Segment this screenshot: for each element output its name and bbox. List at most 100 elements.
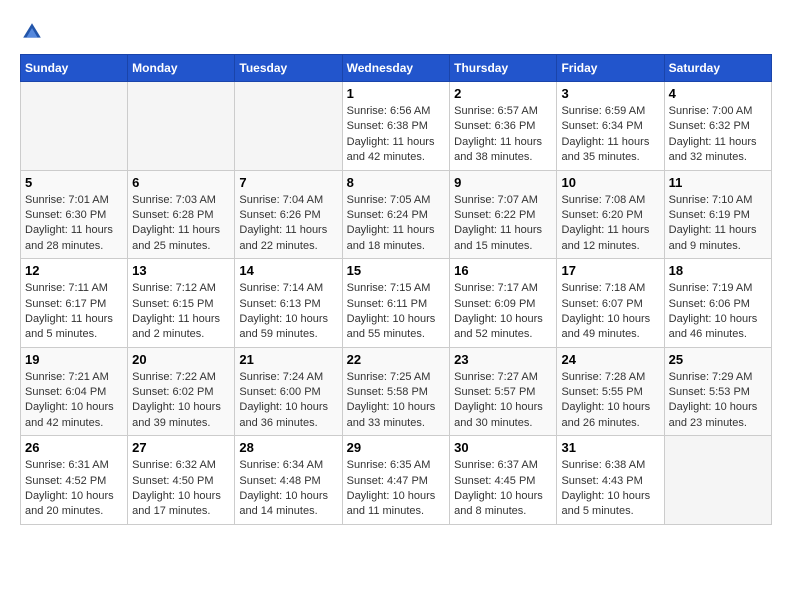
day-info: Sunrise: 7:07 AM Sunset: 6:22 PM Dayligh… — [454, 193, 552, 255]
calendar-cell: 31 Sunrise: 6:38 AM Sunset: 4:43 PM Dayli… — [557, 436, 664, 525]
calendar-cell — [664, 436, 771, 525]
calendar-cell: 16 Sunrise: 7:17 AM Sunset: 6:09 PM Dayli… — [450, 259, 557, 348]
day-info: Sunrise: 6:34 AM Sunset: 4:48 PM Dayligh… — [239, 458, 337, 520]
calendar-cell: 8Sunrise: 7:05 AM Sunset: 6:24 PM Daylig… — [342, 170, 450, 259]
day-info: Sunrise: 7:10 AM Sunset: 6:19 PM Dayligh… — [669, 193, 767, 255]
day-number: 5 — [25, 175, 123, 190]
calendar-week-row: 19Sunrise: 7:21 AM Sunset: 6:04 PM Dayli… — [21, 347, 772, 436]
day-info: Sunrise: 6:35 AM Sunset: 4:47 PM Dayligh… — [347, 458, 446, 520]
calendar-cell: 1Sunrise: 6:56 AM Sunset: 6:38 PM Daylig… — [342, 82, 450, 171]
days-of-week-row: SundayMondayTuesdayWednesdayThursdayFrid… — [21, 55, 772, 82]
calendar-cell: 23Sunrise: 7:27 AM Sunset: 5:57 PM Dayli… — [450, 347, 557, 436]
day-info: Sunrise: 7:00 AM Sunset: 6:32 PM Dayligh… — [669, 104, 767, 166]
day-number: 3 — [561, 86, 659, 101]
calendar-cell: 9 Sunrise: 7:07 AM Sunset: 6:22 PM Daylig… — [450, 170, 557, 259]
day-number: 12 — [25, 263, 123, 278]
calendar-week-row: 12 Sunrise: 7:11 AM Sunset: 6:17 PM Dayli… — [21, 259, 772, 348]
day-info: Sunrise: 7:04 AM Sunset: 6:26 PM Dayligh… — [239, 193, 337, 255]
day-info: Sunrise: 6:56 AM Sunset: 6:38 PM Dayligh… — [347, 104, 446, 166]
calendar-table: SundayMondayTuesdayWednesdayThursdayFrid… — [20, 54, 772, 525]
calendar-cell — [235, 82, 342, 171]
day-info: Sunrise: 7:14 AM Sunset: 6:13 PM Dayligh… — [239, 281, 337, 343]
calendar-cell: 14 Sunrise: 7:14 AM Sunset: 6:13 PM Dayli… — [235, 259, 342, 348]
calendar-cell: 7 Sunrise: 7:04 AM Sunset: 6:26 PM Daylig… — [235, 170, 342, 259]
day-number: 6 — [132, 175, 230, 190]
calendar-header: SundayMondayTuesdayWednesdayThursdayFrid… — [21, 55, 772, 82]
calendar-cell: 13Sunrise: 7:12 AM Sunset: 6:15 PM Dayli… — [128, 259, 235, 348]
day-info: Sunrise: 7:11 AM Sunset: 6:17 PM Dayligh… — [25, 281, 123, 343]
page-header — [20, 20, 772, 44]
day-info: Sunrise: 7:29 AM Sunset: 5:53 PM Dayligh… — [669, 370, 767, 432]
calendar-body: 1Sunrise: 6:56 AM Sunset: 6:38 PM Daylig… — [21, 82, 772, 525]
calendar-cell: 25 Sunrise: 7:29 AM Sunset: 5:53 PM Dayli… — [664, 347, 771, 436]
calendar-cell — [128, 82, 235, 171]
day-number: 21 — [239, 352, 337, 367]
day-info: Sunrise: 6:32 AM Sunset: 4:50 PM Dayligh… — [132, 458, 230, 520]
day-of-week-header: Saturday — [664, 55, 771, 82]
day-info: Sunrise: 7:22 AM Sunset: 6:02 PM Dayligh… — [132, 370, 230, 432]
calendar-cell: 18 Sunrise: 7:19 AM Sunset: 6:06 PM Dayli… — [664, 259, 771, 348]
day-number: 24 — [561, 352, 659, 367]
day-number: 18 — [669, 263, 767, 278]
day-number: 10 — [561, 175, 659, 190]
calendar-cell: 29Sunrise: 6:35 AM Sunset: 4:47 PM Dayli… — [342, 436, 450, 525]
day-number: 31 — [561, 440, 659, 455]
logo — [20, 20, 48, 44]
day-info: Sunrise: 7:01 AM Sunset: 6:30 PM Dayligh… — [25, 193, 123, 255]
day-info: Sunrise: 6:31 AM Sunset: 4:52 PM Dayligh… — [25, 458, 123, 520]
day-number: 11 — [669, 175, 767, 190]
calendar-cell: 11 Sunrise: 7:10 AM Sunset: 6:19 PM Dayli… — [664, 170, 771, 259]
logo-icon — [20, 20, 44, 44]
day-number: 22 — [347, 352, 446, 367]
calendar-week-row: 1Sunrise: 6:56 AM Sunset: 6:38 PM Daylig… — [21, 82, 772, 171]
day-number: 15 — [347, 263, 446, 278]
day-info: Sunrise: 7:21 AM Sunset: 6:04 PM Dayligh… — [25, 370, 123, 432]
day-number: 25 — [669, 352, 767, 367]
calendar-cell: 24 Sunrise: 7:28 AM Sunset: 5:55 PM Dayli… — [557, 347, 664, 436]
day-number: 23 — [454, 352, 552, 367]
day-number: 8 — [347, 175, 446, 190]
day-info: Sunrise: 7:24 AM Sunset: 6:00 PM Dayligh… — [239, 370, 337, 432]
calendar-cell: 20Sunrise: 7:22 AM Sunset: 6:02 PM Dayli… — [128, 347, 235, 436]
day-info: Sunrise: 7:03 AM Sunset: 6:28 PM Dayligh… — [132, 193, 230, 255]
day-number: 2 — [454, 86, 552, 101]
day-info: Sunrise: 7:18 AM Sunset: 6:07 PM Dayligh… — [561, 281, 659, 343]
calendar-cell: 17 Sunrise: 7:18 AM Sunset: 6:07 PM Dayli… — [557, 259, 664, 348]
day-info: Sunrise: 6:37 AM Sunset: 4:45 PM Dayligh… — [454, 458, 552, 520]
day-info: Sunrise: 7:17 AM Sunset: 6:09 PM Dayligh… — [454, 281, 552, 343]
day-number: 26 — [25, 440, 123, 455]
calendar-cell: 27 Sunrise: 6:32 AM Sunset: 4:50 PM Dayli… — [128, 436, 235, 525]
calendar-cell: 28Sunrise: 6:34 AM Sunset: 4:48 PM Dayli… — [235, 436, 342, 525]
day-info: Sunrise: 6:57 AM Sunset: 6:36 PM Dayligh… — [454, 104, 552, 166]
day-number: 16 — [454, 263, 552, 278]
day-info: Sunrise: 6:59 AM Sunset: 6:34 PM Dayligh… — [561, 104, 659, 166]
calendar-cell: 4 Sunrise: 7:00 AM Sunset: 6:32 PM Daylig… — [664, 82, 771, 171]
calendar-cell — [21, 82, 128, 171]
day-info: Sunrise: 7:25 AM Sunset: 5:58 PM Dayligh… — [347, 370, 446, 432]
calendar-cell: 2 Sunrise: 6:57 AM Sunset: 6:36 PM Daylig… — [450, 82, 557, 171]
calendar-cell: 10 Sunrise: 7:08 AM Sunset: 6:20 PM Dayli… — [557, 170, 664, 259]
day-number: 17 — [561, 263, 659, 278]
day-number: 7 — [239, 175, 337, 190]
calendar-cell: 21 Sunrise: 7:24 AM Sunset: 6:00 PM Dayli… — [235, 347, 342, 436]
day-number: 13 — [132, 263, 230, 278]
calendar-cell: 19Sunrise: 7:21 AM Sunset: 6:04 PM Dayli… — [21, 347, 128, 436]
day-info: Sunrise: 6:38 AM Sunset: 4:43 PM Dayligh… — [561, 458, 659, 520]
day-of-week-header: Wednesday — [342, 55, 450, 82]
day-of-week-header: Thursday — [450, 55, 557, 82]
calendar-cell: 30 Sunrise: 6:37 AM Sunset: 4:45 PM Dayli… — [450, 436, 557, 525]
day-info: Sunrise: 7:08 AM Sunset: 6:20 PM Dayligh… — [561, 193, 659, 255]
day-number: 27 — [132, 440, 230, 455]
calendar-cell: 12 Sunrise: 7:11 AM Sunset: 6:17 PM Dayli… — [21, 259, 128, 348]
calendar-cell: 22 Sunrise: 7:25 AM Sunset: 5:58 PM Dayli… — [342, 347, 450, 436]
day-info: Sunrise: 7:15 AM Sunset: 6:11 PM Dayligh… — [347, 281, 446, 343]
calendar-week-row: 5 Sunrise: 7:01 AM Sunset: 6:30 PM Daylig… — [21, 170, 772, 259]
day-of-week-header: Friday — [557, 55, 664, 82]
day-number: 30 — [454, 440, 552, 455]
day-info: Sunrise: 7:19 AM Sunset: 6:06 PM Dayligh… — [669, 281, 767, 343]
day-of-week-header: Tuesday — [235, 55, 342, 82]
day-number: 9 — [454, 175, 552, 190]
day-number: 4 — [669, 86, 767, 101]
day-info: Sunrise: 7:28 AM Sunset: 5:55 PM Dayligh… — [561, 370, 659, 432]
day-number: 14 — [239, 263, 337, 278]
